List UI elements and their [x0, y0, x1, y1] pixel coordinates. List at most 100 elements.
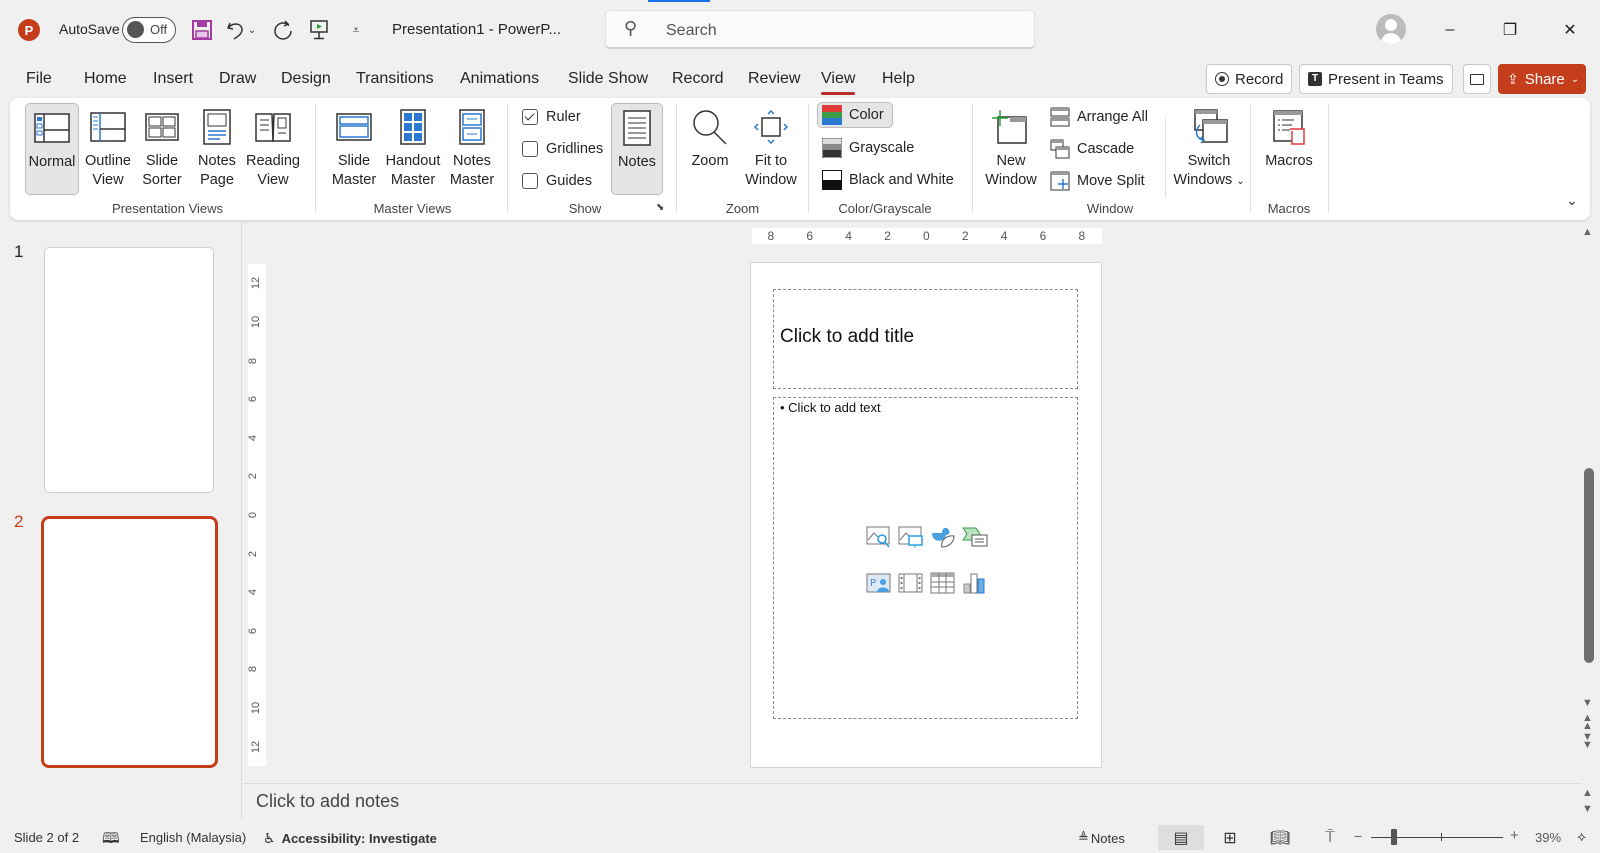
accessibility-label: Accessibility: Investigate: [281, 831, 437, 846]
guides-checkbox[interactable]: Guides: [520, 168, 598, 194]
title-bar: P AutoSave Off ⌄ ⩡ Presentation1 - Power…: [0, 0, 1600, 58]
scroll-down-arrow[interactable]: ▼: [1582, 697, 1593, 709]
slide-thumbnail-2[interactable]: [41, 516, 218, 768]
record-button[interactable]: Record: [1206, 64, 1293, 94]
vertical-scrollbar-thumb[interactable]: [1584, 468, 1594, 663]
slide-position[interactable]: Slide 2 of 2: [14, 830, 79, 845]
start-slideshow-icon[interactable]: [306, 17, 332, 43]
insert-stock-images-icon[interactable]: [866, 525, 892, 549]
notes-page-button[interactable]: Notes Page: [192, 103, 242, 195]
zoom-slider-thumb[interactable]: [1390, 829, 1397, 845]
show-dialog-launcher-icon[interactable]: ⬊: [656, 202, 664, 213]
search-icon: ⚲: [624, 18, 638, 38]
undo-dropdown-icon[interactable]: ⌄: [245, 17, 259, 43]
macros-button[interactable]: Macros: [1260, 103, 1318, 195]
share-button[interactable]: ⇪ Share ⌄: [1498, 64, 1586, 94]
group-label-show: Show: [568, 201, 602, 216]
minimize-button[interactable]: –: [1427, 16, 1473, 44]
normal-view-status-button[interactable]: ▤: [1158, 825, 1204, 850]
slide-master-button[interactable]: Slide Master: [328, 103, 380, 195]
insert-pictures-icon[interactable]: [898, 525, 924, 549]
present-in-teams-button[interactable]: T Present in Teams: [1299, 64, 1453, 94]
move-split-icon: [1050, 171, 1070, 191]
ruler-tick-label: 8: [1078, 229, 1086, 243]
tab-record[interactable]: Record: [672, 70, 724, 88]
arrange-all-button[interactable]: Arrange All: [1050, 104, 1154, 130]
tab-home[interactable]: Home: [84, 70, 127, 88]
scroll-up-arrow[interactable]: ▲: [1582, 226, 1593, 238]
black-and-white-button[interactable]: Black and White: [817, 167, 960, 193]
notes-input[interactable]: Click to add notes: [256, 791, 399, 812]
tab-review[interactable]: Review: [748, 70, 800, 88]
previous-slide-icon[interactable]: ▲ ▲: [1582, 713, 1593, 732]
fit-slide-to-window-icon[interactable]: ⟡: [1577, 828, 1586, 845]
group-separator: [1250, 104, 1251, 212]
next-slide-icon[interactable]: ▼ ▼: [1582, 732, 1593, 751]
color-button[interactable]: Color: [817, 102, 893, 128]
customize-qat-icon[interactable]: ⩡: [343, 17, 369, 43]
notes-scroll-down-arrow[interactable]: ▼: [1582, 803, 1593, 815]
zoom-out-button[interactable]: −: [1354, 828, 1362, 844]
move-split-button[interactable]: Move Split: [1050, 168, 1151, 194]
outline-view-button[interactable]: Outline View: [82, 103, 134, 195]
comments-button[interactable]: [1463, 64, 1491, 94]
insert-video-icon[interactable]: [898, 571, 924, 595]
document-title: Presentation1 - PowerP...: [392, 21, 561, 38]
handout-master-button[interactable]: Handout Master: [382, 103, 444, 195]
search-input[interactable]: ⚲ Search: [605, 10, 1035, 49]
notes-scroll-up-arrow[interactable]: ▲: [1582, 787, 1593, 799]
content-placeholder[interactable]: • Click to add text: [773, 397, 1078, 719]
title-placeholder[interactable]: Click to add title: [773, 289, 1078, 389]
slide-sorter-button[interactable]: Slide Sorter: [137, 103, 187, 195]
notes-master-line1: Notes: [453, 153, 491, 169]
insert-smartart-icon[interactable]: [962, 525, 988, 549]
tab-file[interactable]: File: [26, 70, 52, 88]
insert-cameo-icon[interactable]: P: [866, 571, 892, 595]
account-avatar[interactable]: [1376, 14, 1406, 44]
tab-design[interactable]: Design: [281, 70, 331, 88]
ruler-label: Ruler: [546, 109, 581, 125]
tab-draw[interactable]: Draw: [219, 70, 256, 88]
collapse-ribbon-chevron-icon[interactable]: ⌄: [1566, 192, 1578, 209]
language-indicator[interactable]: English (Malaysia): [140, 830, 246, 845]
cascade-button[interactable]: Cascade: [1050, 136, 1140, 162]
tab-animations[interactable]: Animations: [460, 70, 539, 88]
reading-view-button[interactable]: Reading View: [244, 103, 302, 195]
gridlines-checkbox[interactable]: Gridlines: [520, 136, 609, 162]
pane-splitter[interactable]: [241, 222, 242, 820]
tab-transitions[interactable]: Transitions: [356, 70, 434, 88]
close-button[interactable]: ✕: [1547, 16, 1593, 44]
reading-view-status-button[interactable]: 📖︎: [1257, 825, 1303, 850]
tab-slide-show[interactable]: Slide Show: [568, 70, 648, 88]
teams-icon: T: [1308, 72, 1322, 86]
zoom-in-button[interactable]: +: [1510, 827, 1519, 844]
zoom-button[interactable]: Zoom: [685, 103, 735, 195]
restore-button[interactable]: ❐: [1487, 16, 1533, 44]
slide-sorter-status-button[interactable]: ⊞: [1207, 825, 1253, 850]
notes-toggle-button[interactable]: Notes: [611, 103, 663, 195]
normal-view-button[interactable]: Normal: [25, 103, 79, 195]
accessibility-checker[interactable]: ♿ Accessibility: Investigate: [263, 830, 437, 847]
insert-chart-icon[interactable]: [962, 571, 988, 595]
save-icon[interactable]: [189, 17, 215, 43]
redo-icon[interactable]: [270, 17, 296, 43]
new-window-button[interactable]: New Window: [982, 103, 1040, 195]
tab-help[interactable]: Help: [882, 70, 915, 88]
switch-windows-button[interactable]: Switch Windows ⌄: [1173, 103, 1245, 195]
fit-to-window-button[interactable]: Fit to Window: [740, 103, 802, 195]
insert-icons-icon[interactable]: [930, 525, 956, 549]
zoom-percent[interactable]: 39%: [1535, 830, 1561, 845]
grayscale-button[interactable]: Grayscale: [817, 135, 920, 161]
insert-table-icon[interactable]: [930, 571, 956, 595]
normal-label: Normal: [28, 154, 76, 170]
notes-master-button[interactable]: Notes Master: [446, 103, 498, 195]
tab-insert[interactable]: Insert: [153, 70, 193, 88]
autosave-toggle[interactable]: Off: [122, 17, 176, 43]
spelling-check-icon[interactable]: 🕮: [102, 828, 120, 853]
notes-status-button[interactable]: ≜ Notes: [1078, 830, 1125, 846]
slide-show-status-button[interactable]: ⍑: [1307, 825, 1353, 850]
ruler-checkbox[interactable]: Ruler: [520, 104, 587, 130]
tab-view[interactable]: View: [821, 70, 856, 95]
notes-splitter[interactable]: [242, 783, 1582, 784]
slide-thumbnail-1[interactable]: [44, 247, 214, 493]
